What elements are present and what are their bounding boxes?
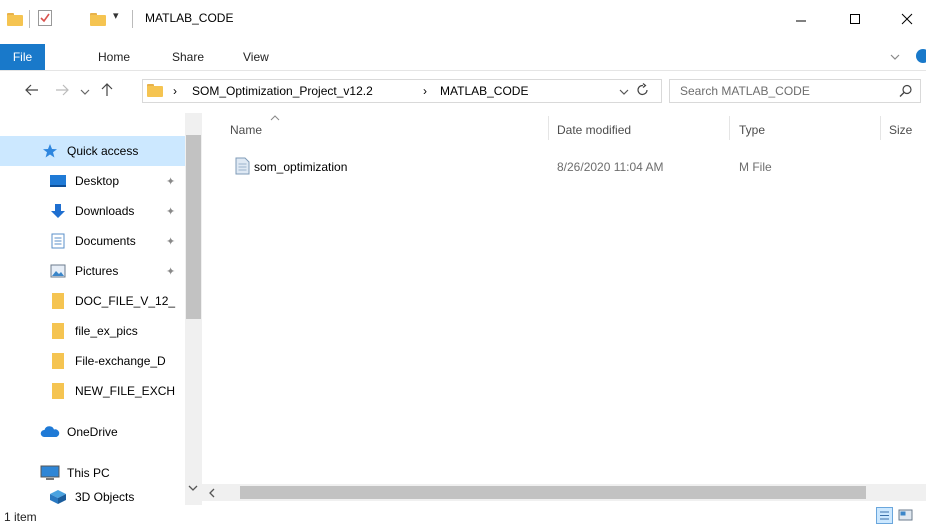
nav-item-3d-objects[interactable]: 3D Objects (0, 488, 185, 505)
nav-scrollbar-thumb[interactable] (186, 135, 201, 319)
pin-icon[interactable]: ✦ (166, 175, 175, 188)
status-bar (0, 505, 926, 527)
properties-icon[interactable] (38, 10, 52, 26)
breadcrumb-separator[interactable]: › (173, 84, 177, 98)
nav-item-label: Downloads (75, 204, 135, 218)
search-icon[interactable] (899, 84, 913, 101)
separator (29, 10, 30, 28)
file-date-modified: 8/26/2020 11:04 AM (557, 160, 664, 174)
nav-item-label: DOC_FILE_V_12_ (75, 294, 176, 308)
tab-view[interactable]: View (243, 44, 269, 70)
nav-item-onedrive[interactable]: OneDrive (0, 417, 185, 447)
back-arrow-icon (25, 83, 39, 99)
item-count: 1 item (4, 510, 37, 524)
sort-ascending-icon (270, 110, 280, 124)
cloud-icon (40, 424, 60, 440)
column-divider[interactable] (548, 116, 549, 140)
column-header-date-modified[interactable]: Date modified (557, 123, 631, 137)
breadcrumb-project[interactable]: SOM_Optimization_Project_v12.2 (192, 84, 373, 98)
nav-item-folder[interactable]: DOC_FILE_V_12_ (0, 286, 185, 316)
folder-icon (48, 293, 68, 309)
m-file-icon (234, 157, 250, 178)
nav-item-label: Desktop (75, 174, 120, 188)
up-arrow-icon (101, 82, 113, 100)
forward-arrow-icon (55, 83, 69, 99)
nav-item-label: OneDrive (67, 425, 118, 439)
pin-icon[interactable]: ✦ (166, 235, 175, 248)
separator (132, 10, 133, 28)
nav-item-pictures[interactable]: Pictures ✦ (0, 256, 185, 286)
close-button[interactable] (884, 0, 926, 40)
tab-home[interactable]: Home (98, 44, 130, 70)
address-dropdown-icon[interactable] (619, 85, 629, 99)
nav-item-label: 3D Objects (75, 490, 135, 504)
forward-button[interactable] (52, 80, 72, 102)
back-button[interactable] (22, 80, 42, 102)
pin-icon[interactable]: ✦ (166, 265, 175, 278)
large-icons-view-button[interactable] (897, 507, 914, 524)
maximize-button[interactable] (832, 0, 878, 40)
nav-item-label: NEW_FILE_EXCH (75, 384, 176, 398)
breadcrumb-current[interactable]: MATLAB_CODE (440, 84, 528, 98)
download-arrow-icon (48, 203, 68, 219)
nav-item-documents[interactable]: Documents ✦ (0, 226, 185, 256)
nav-item-label: Quick access (67, 144, 139, 158)
maximize-icon (849, 13, 861, 28)
pictures-icon (48, 263, 68, 279)
column-header-size[interactable]: Size (889, 123, 912, 137)
close-icon (901, 13, 913, 28)
nav-scroll-down-icon[interactable] (188, 484, 198, 494)
minimize-icon (795, 13, 807, 28)
folder-icon (48, 323, 68, 339)
column-divider[interactable] (729, 116, 730, 140)
horizontal-scrollbar-thumb[interactable] (240, 486, 866, 499)
window-title: MATLAB_CODE (145, 11, 234, 25)
breadcrumb-separator[interactable]: › (423, 84, 427, 98)
tab-file[interactable]: File (0, 44, 45, 70)
nav-item-folder[interactable]: file_ex_pics (0, 316, 185, 346)
nav-item-downloads[interactable]: Downloads ✦ (0, 196, 185, 226)
nav-item-this-pc[interactable]: This PC (0, 458, 185, 488)
nav-item-label: Pictures (75, 264, 119, 278)
desktop-icon (48, 173, 68, 189)
folder-icon (147, 84, 163, 97)
nav-item-folder[interactable]: NEW_FILE_EXCH (0, 376, 185, 406)
column-header-type[interactable]: Type (739, 123, 765, 137)
pin-icon[interactable]: ✦ (166, 205, 175, 218)
minimize-button[interactable] (778, 0, 824, 40)
tab-share[interactable]: Share (172, 44, 204, 70)
up-button[interactable] (97, 80, 117, 102)
chevron-down-icon (80, 83, 90, 99)
nav-item-label: File-exchange_D (75, 354, 166, 368)
search-input[interactable]: Search MATLAB_CODE (680, 84, 810, 98)
refresh-icon[interactable] (636, 83, 650, 100)
folder-icon (48, 353, 68, 369)
column-header-name[interactable]: Name (230, 123, 262, 137)
customize-toolbar-icon[interactable]: ▾ (113, 9, 119, 22)
computer-icon (40, 465, 60, 481)
nav-item-label: Documents (75, 234, 136, 248)
ribbon (0, 44, 926, 71)
new-folder-icon[interactable] (90, 13, 106, 26)
file-name[interactable]: som_optimization (254, 160, 347, 174)
file-type: M File (739, 160, 772, 174)
help-icon[interactable] (916, 49, 926, 63)
ribbon-expand-icon[interactable] (890, 50, 900, 64)
column-divider[interactable] (880, 116, 881, 140)
nav-item-quick-access[interactable]: Quick access (0, 136, 185, 166)
nav-item-folder[interactable]: File-exchange_D (0, 346, 185, 376)
star-icon (40, 143, 60, 159)
nav-item-label: This PC (67, 466, 110, 480)
documents-icon (48, 233, 68, 249)
folder-icon (7, 13, 23, 26)
title-bar: ▾ MATLAB_CODE (0, 0, 926, 44)
details-view-button[interactable] (876, 507, 893, 524)
recent-locations-button[interactable] (75, 80, 95, 102)
scroll-left-icon[interactable] (208, 487, 216, 501)
folder-icon (48, 383, 68, 399)
cube-icon (48, 489, 68, 505)
nav-item-desktop[interactable]: Desktop ✦ (0, 166, 185, 196)
nav-item-label: file_ex_pics (75, 324, 138, 338)
